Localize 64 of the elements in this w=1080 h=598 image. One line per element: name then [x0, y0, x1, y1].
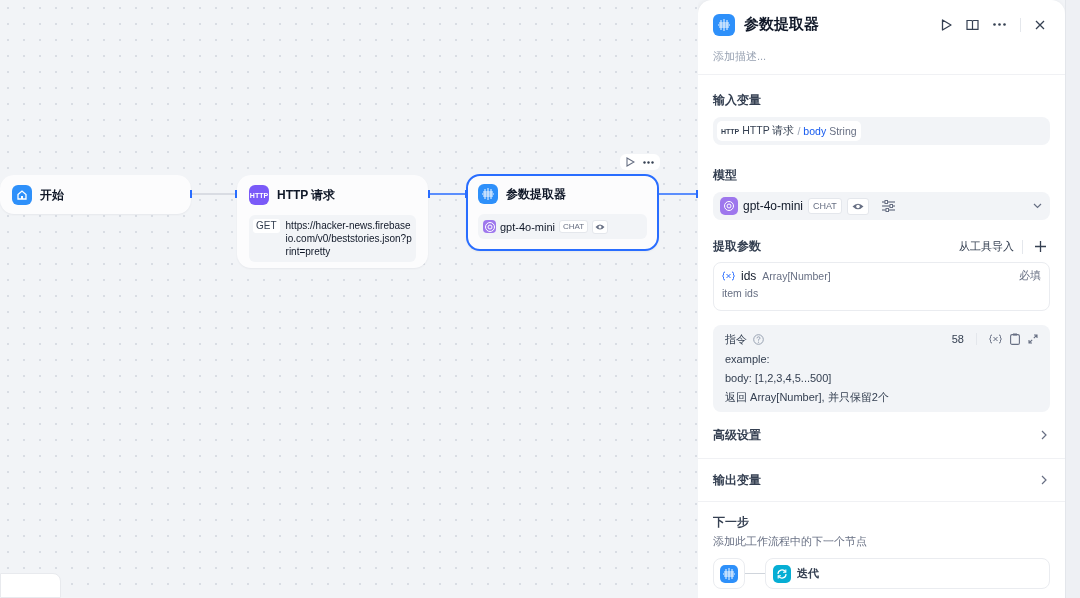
- node-title: 迭代: [797, 566, 819, 581]
- edge-line: [428, 189, 467, 199]
- play-icon: [941, 18, 952, 31]
- section-title: 模型: [713, 167, 738, 184]
- node-title: 参数提取器: [506, 185, 566, 203]
- section-title: 下一步: [713, 514, 750, 531]
- extractor-icon: [713, 13, 735, 36]
- variable-name: body: [803, 125, 827, 137]
- instruction-text: body: [1,2,3,4,5...500]: [725, 371, 833, 386]
- edge-line: [190, 189, 237, 199]
- path-separator: /: [797, 125, 801, 137]
- instruction-text: example:: [725, 352, 771, 367]
- node-title: 开始: [40, 186, 64, 204]
- expand-icon: [1028, 334, 1038, 344]
- model-select[interactable]: gpt-4o-mini CHAT: [713, 192, 1050, 220]
- next-node-card[interactable]: 迭代: [765, 558, 1050, 589]
- vision-icon: [846, 197, 869, 215]
- plus-icon: [1035, 241, 1046, 252]
- model-tag: CHAT: [808, 198, 842, 214]
- home-icon: [12, 185, 32, 205]
- chevron-right-icon: [1041, 430, 1047, 440]
- section-title: 提取参数: [713, 238, 761, 255]
- model-name: gpt-4o-mini: [500, 220, 556, 233]
- workflow-node[interactable]: 参数提取器 gpt-4o-mini CHAT: [466, 174, 659, 251]
- node-name: HTTP 请求: [742, 124, 795, 138]
- parameter-description: item ids: [722, 287, 760, 299]
- editor-label: 指令: [725, 331, 747, 347]
- variable-type: String: [829, 125, 857, 137]
- section-subtitle: 添加此工作流程中的下一个节点: [713, 535, 868, 549]
- model-icon: [483, 220, 496, 233]
- close-icon: [1035, 19, 1045, 30]
- required-label: 必填: [1019, 269, 1041, 283]
- method-tag: GET: [253, 219, 280, 233]
- workflow-node[interactable]: 开始: [0, 175, 191, 214]
- parameter-name: ids: [741, 269, 757, 283]
- loop-icon: [773, 564, 791, 583]
- extractor-icon: [720, 564, 738, 583]
- edge-line: [659, 189, 699, 199]
- extractor-icon: [478, 184, 498, 204]
- model-name: gpt-4o-mini: [743, 199, 804, 213]
- help-icon: [753, 333, 764, 345]
- parameter-type: Array[Number]: [762, 270, 831, 282]
- more-icon: [993, 23, 1006, 26]
- vision-icon: [592, 219, 609, 234]
- variable-insert-icon: [989, 334, 1002, 344]
- import-button[interactable]: 从工具导入: [959, 239, 1014, 254]
- sliders-icon: [881, 200, 895, 212]
- character-count: 58: [951, 333, 964, 345]
- panel-title: 参数提取器: [744, 15, 820, 34]
- instruction-text: 返回 Array[Number], 并只保留2个: [725, 390, 890, 405]
- model-icon: [720, 197, 738, 215]
- book-icon: [966, 18, 979, 31]
- node-title: HTTP 请求: [277, 186, 336, 204]
- section-title: 输入变量: [713, 92, 762, 109]
- parameter-card[interactable]: ids Array[Number] 必填 item ids: [713, 262, 1050, 311]
- instruction-editor[interactable]: 指令 58 example: body: [1,2,3,4,5...500] 返回 Array[Number], 并只保留2个: [713, 325, 1050, 412]
- play-icon: [626, 157, 635, 167]
- url-text: https://hacker-news.firebaseio.com/v0/beststories.json?print=pretty: [285, 219, 412, 258]
- chevron-down-icon: [1033, 203, 1042, 209]
- more-icon: [643, 160, 654, 164]
- chevron-right-icon: [1041, 475, 1047, 485]
- variable-icon: [722, 271, 735, 281]
- clipboard-icon: [1010, 333, 1020, 345]
- model-tag: CHAT: [559, 220, 589, 233]
